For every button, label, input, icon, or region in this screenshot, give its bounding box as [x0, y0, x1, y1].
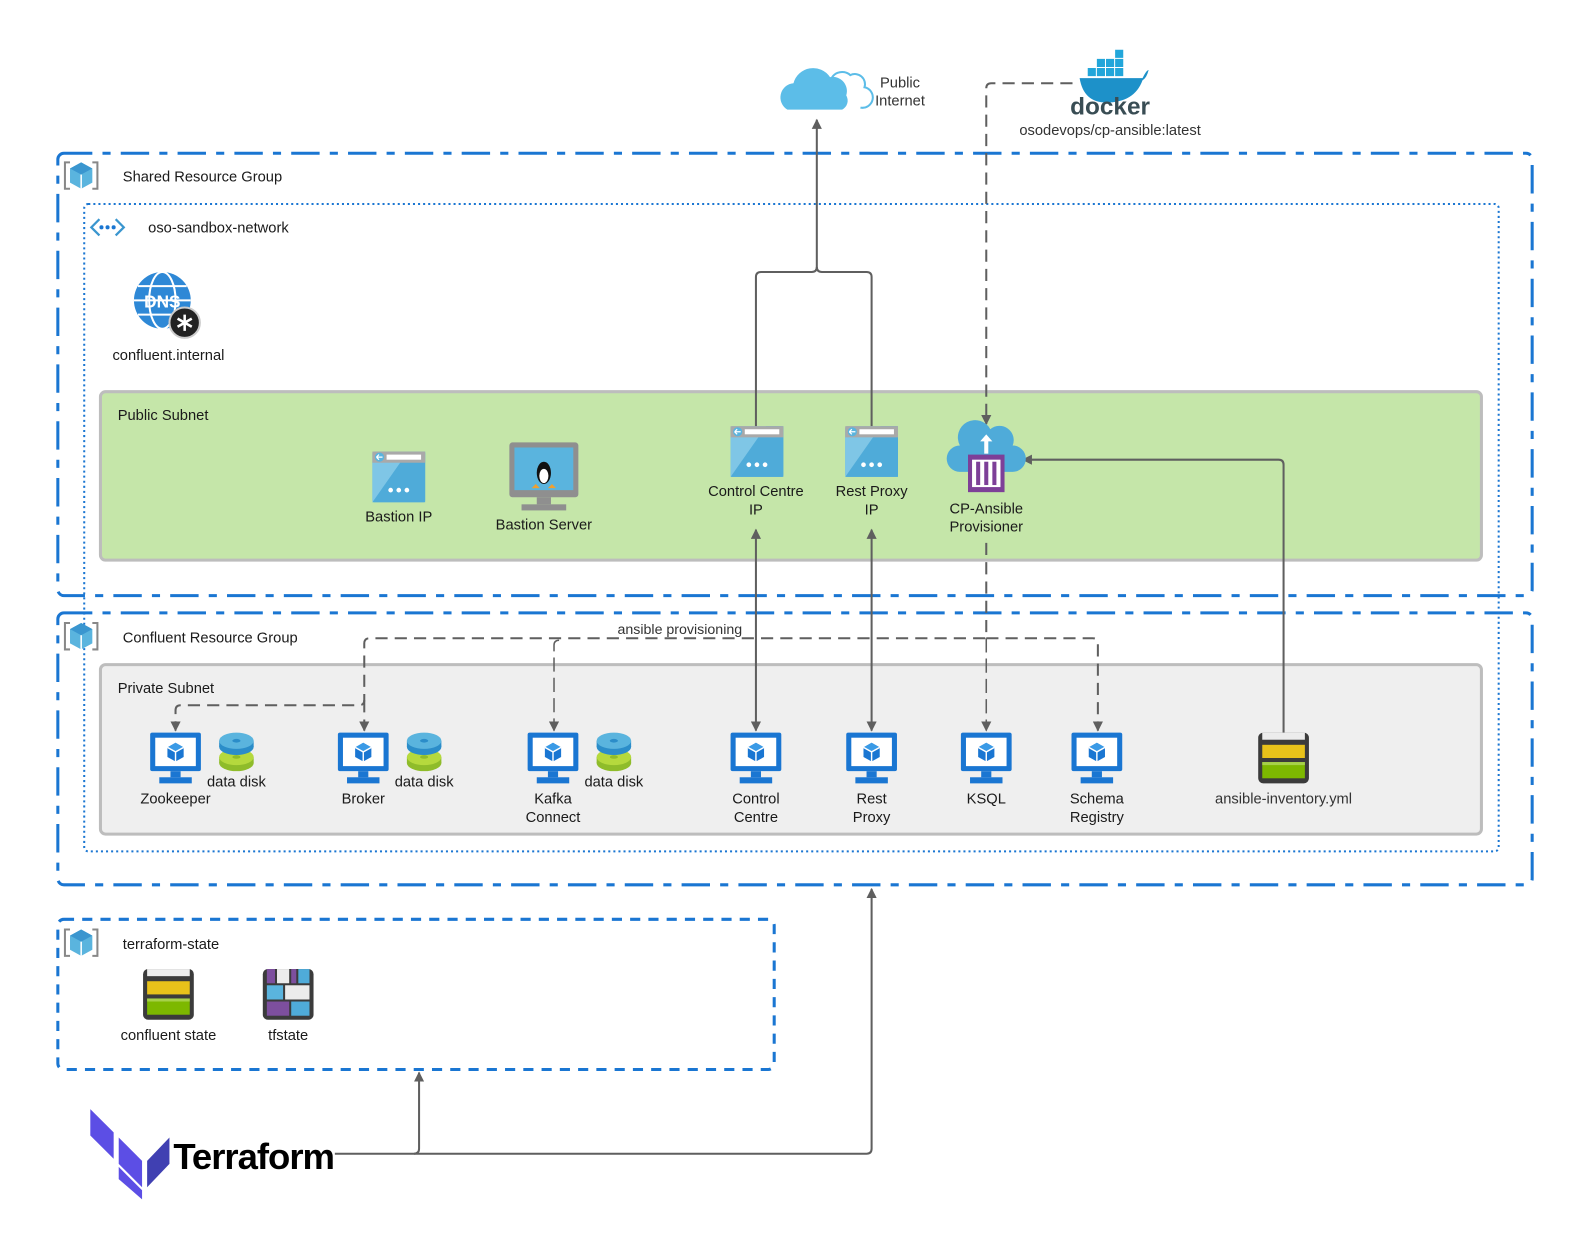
ansible-provisioning-label: ansible provisioning: [618, 622, 743, 638]
storage-account-icon: [143, 969, 194, 1020]
tfstate-label: tfstate: [268, 1028, 308, 1044]
ansible-inventory-label: ansible-inventory.yml: [1215, 792, 1352, 808]
connector-terraform: [334, 887, 877, 1155]
terraform-logo: Terraform: [90, 1109, 335, 1200]
control-centre-ip-label: IP: [749, 502, 763, 518]
dns-label: confluent.internal: [112, 348, 224, 364]
dns-zone-icon: DNS: [133, 270, 201, 339]
public-subnet-box: [98, 390, 1483, 562]
bastion-server-label: Bastion Server: [496, 518, 593, 534]
bastion-ip-label: Bastion IP: [365, 510, 432, 526]
connector-terraform-to-state: [413, 1071, 425, 1155]
zookeeper-label: Zookeeper: [140, 792, 210, 808]
svg-text:Terraform: Terraform: [173, 1136, 334, 1177]
data-disk-label: data disk: [584, 774, 643, 790]
internet-label: Internet: [875, 94, 925, 110]
blob-storage-icon: [262, 969, 314, 1020]
rest-proxy-label: Rest: [856, 792, 886, 808]
data-disk-icon: [596, 732, 632, 772]
docker-image-label: osodevops/cp-ansible:latest: [1019, 123, 1200, 139]
rest-proxy-ip-icon: [844, 425, 899, 478]
rest-proxy-label: Proxy: [853, 810, 891, 826]
network-title: oso-sandbox-network: [148, 220, 289, 236]
kafka-connect-label: Kafka: [534, 792, 572, 808]
architecture-diagram: Shared Resource Group oso-sandbox-networ…: [56, 49, 1534, 1200]
bastion-ip-icon: [371, 450, 426, 503]
schema-registry-label: Schema: [1070, 792, 1125, 808]
terraform-state-title: terraform-state: [123, 937, 219, 953]
svg-text:docker: docker: [1070, 94, 1150, 121]
confluent-rg-title: Confluent Resource Group: [123, 630, 298, 646]
data-disk-label: data disk: [207, 774, 266, 790]
public-subnet-title: Public Subnet: [118, 408, 209, 424]
docker-logo: docker: [1070, 49, 1150, 121]
control-centre-ip-label: Control Centre: [708, 484, 804, 500]
control-centre-ip-icon: [729, 425, 784, 478]
internet-label: Public: [880, 75, 920, 91]
cloud-icon: [780, 68, 874, 110]
svg-text:DNS: DNS: [144, 291, 180, 311]
rest-proxy-ip-label: IP: [865, 502, 879, 518]
shared-rg-title: Shared Resource Group: [123, 170, 282, 186]
confluent-state-label: confluent state: [121, 1028, 217, 1044]
rest-proxy-ip-label: Rest Proxy: [836, 484, 909, 500]
resource-group-icon: [63, 161, 99, 190]
connector-control-centre-ip-to-internet: [754, 118, 822, 427]
data-disk-icon: [406, 732, 442, 772]
virtual-network-icon: [89, 218, 126, 237]
broker-label: Broker: [342, 792, 385, 808]
private-subnet-title: Private Subnet: [118, 681, 214, 697]
resource-group-icon: [63, 928, 99, 957]
resource-group-icon: [63, 622, 99, 651]
storage-file-icon: [1258, 732, 1309, 784]
control-centre-label: Centre: [734, 810, 778, 826]
ksql-label: KSQL: [967, 792, 1006, 808]
data-disk-label: data disk: [395, 774, 454, 790]
schema-registry-label: Registry: [1070, 810, 1125, 826]
data-disk-icon: [219, 732, 254, 772]
cp-ansible-label: CP-Ansible: [949, 501, 1023, 517]
cp-ansible-label: Provisioner: [949, 520, 1023, 536]
control-centre-label: Control: [732, 792, 779, 808]
kafka-connect-label: Connect: [526, 810, 581, 826]
